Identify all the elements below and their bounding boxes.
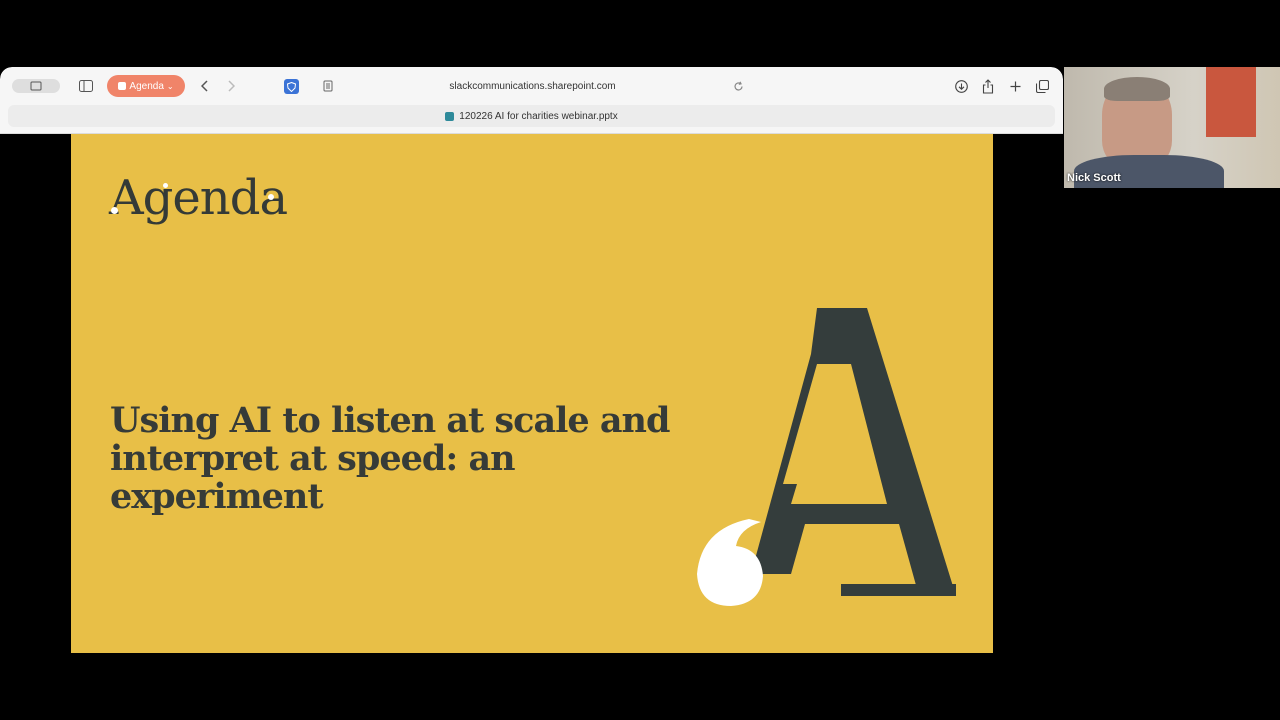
extension-button[interactable] — [284, 79, 299, 94]
new-tab-icon — [1010, 81, 1020, 91]
decorative-dot — [111, 207, 118, 214]
slide-headline: Using AI to listen at scale and interpre… — [110, 400, 670, 517]
reader-button[interactable] — [321, 79, 335, 93]
window-switcher[interactable] — [12, 79, 60, 93]
decorative-dot — [163, 183, 168, 188]
download-icon — [955, 80, 968, 93]
reader-icon — [323, 80, 333, 92]
address-bar[interactable]: slackcommunications.sharepoint.com — [360, 75, 705, 97]
downloads-button[interactable] — [954, 79, 969, 94]
shield-icon — [287, 81, 296, 92]
forward-button[interactable] — [224, 78, 238, 94]
back-icon — [201, 80, 208, 92]
presentation-slide: Agenda Using AI to listen at scale and i… — [71, 134, 993, 653]
url-text: slackcommunications.sharepoint.com — [449, 80, 616, 92]
share-icon — [982, 78, 994, 94]
back-button[interactable] — [198, 78, 212, 94]
tab-title: 120226 AI for charities webinar.pptx — [459, 110, 618, 122]
tab-group-button[interactable]: Agenda ⌄ — [107, 75, 185, 97]
browser-window: Agenda ⌄ slackcommunications.sharepoint.… — [0, 67, 1063, 655]
chevron-down-icon: ⌄ — [166, 81, 174, 91]
window-icon — [30, 81, 42, 91]
tabs-overview-icon — [1036, 80, 1049, 93]
browser-toolbar: Agenda ⌄ slackcommunications.sharepoint.… — [0, 67, 1063, 134]
sidebar-icon — [79, 80, 93, 92]
wall-art — [1206, 67, 1256, 137]
tab-group-label: Agenda — [129, 80, 164, 92]
person-hair — [1104, 77, 1170, 101]
tab-group-icon — [118, 82, 127, 90]
tab-title-bar[interactable]: 120226 AI for charities webinar.pptx — [8, 105, 1055, 127]
tabs-overview-button[interactable] — [1035, 79, 1050, 94]
reload-icon — [733, 81, 743, 90]
share-button[interactable] — [981, 78, 995, 94]
reload-button[interactable] — [731, 79, 745, 93]
powerpoint-icon — [445, 111, 455, 121]
slide-title: Agenda — [109, 170, 288, 226]
participant-name: Nick Scott — [1067, 172, 1121, 184]
participant-video: Nick Scott — [1064, 67, 1280, 188]
decorative-dot — [268, 194, 274, 200]
new-tab-button[interactable] — [1008, 79, 1022, 93]
big-letter-a-logo — [697, 308, 956, 606]
sidebar-toggle-button[interactable] — [78, 79, 94, 93]
forward-icon — [228, 80, 235, 92]
